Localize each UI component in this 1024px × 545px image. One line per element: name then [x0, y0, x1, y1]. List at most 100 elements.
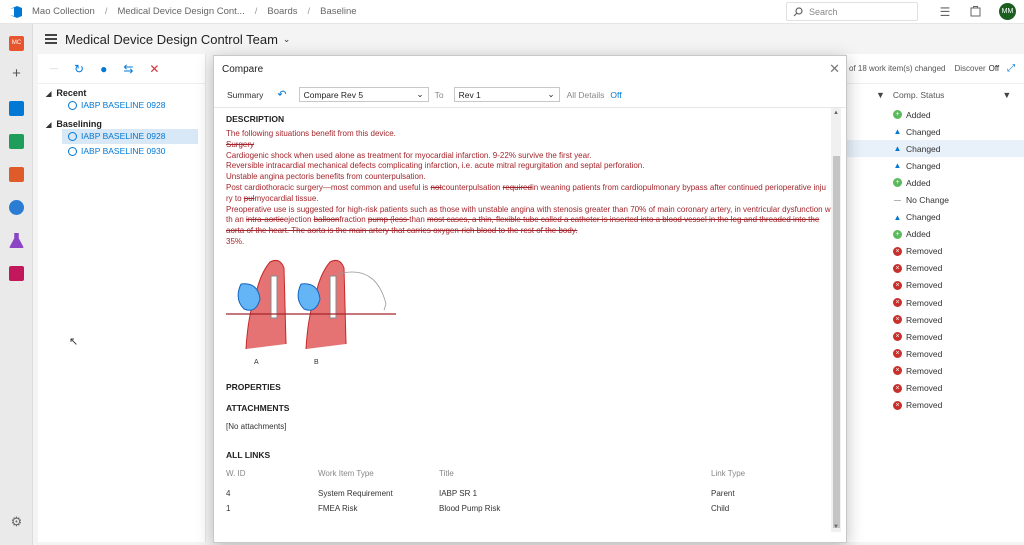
org-badge[interactable]: MC [9, 36, 24, 51]
status-row[interactable]: × Removed [846, 243, 1024, 260]
link-type: System Requirement [318, 488, 393, 498]
status-label: Added [906, 177, 931, 188]
artifacts-icon[interactable] [9, 266, 24, 281]
list-settings-icon[interactable]: ☰ [938, 5, 952, 19]
scroll-down-icon[interactable]: ▼ [833, 524, 839, 530]
removed-icon: × [893, 280, 902, 290]
delete-icon[interactable]: ✕ [149, 62, 159, 76]
status-row[interactable]: + Added [846, 106, 1024, 123]
refresh-icon[interactable]: ↻ [74, 62, 84, 76]
status-row[interactable]: ▲ Changed [846, 140, 1024, 158]
col-header: Title [439, 469, 454, 479]
repos-icon[interactable] [9, 167, 24, 182]
table-row[interactable]: 1 FMEA Risk Blood Pump Risk Child [226, 501, 831, 516]
removed-icon: × [893, 263, 902, 273]
to-revision-select[interactable]: Rev 1 ⌄ [453, 87, 560, 102]
settings-icon[interactable]: ● [100, 62, 107, 76]
dialog-scrollbar[interactable]: ▲ ▼ [831, 108, 841, 532]
discover-toggle[interactable]: Off [989, 64, 1000, 73]
breadcrumb-item[interactable]: Mao Collection [32, 6, 95, 17]
close-icon[interactable]: ✕ [829, 61, 840, 77]
change-summary: of 18 work item(s) changed [849, 64, 946, 73]
undo-icon[interactable]: ↶ [277, 88, 286, 101]
status-row[interactable]: + Added [846, 174, 1024, 191]
boards-icon[interactable] [9, 134, 24, 149]
tree-section-recent[interactable]: ◢ Recent [38, 88, 205, 98]
status-row[interactable]: × Removed [846, 362, 1024, 379]
summary-tab[interactable]: Summary [227, 90, 263, 100]
tree-item[interactable]: IABP BASELINE 0930 [38, 144, 205, 159]
azure-devops-logo-icon[interactable] [0, 0, 32, 24]
status-row[interactable]: × Removed [846, 397, 1024, 414]
col-header: Link Type [711, 469, 746, 479]
status-label: Removed [906, 365, 943, 376]
properties-header: PROPERTIES [226, 381, 281, 392]
comp-status-header[interactable]: Comp. Status [893, 90, 945, 100]
status-row[interactable]: × Removed [846, 277, 1024, 294]
avatar[interactable]: MM [999, 3, 1016, 20]
link-title[interactable]: Blood Pump Risk [439, 501, 711, 516]
desc-line: aorta of the heart. The aorta is the mai… [226, 226, 578, 236]
to-revision-value: Rev 1 [458, 89, 481, 100]
shopping-bag-icon[interactable] [968, 5, 982, 19]
team-header: Medical Device Design Control Team ⌄ [33, 24, 1024, 54]
from-revision-select[interactable]: Compare Rev 5 ⌄ [298, 87, 429, 102]
all-details-label: All Details [566, 89, 605, 100]
desc-line: ry to pulmyocardial tissue. [226, 193, 319, 203]
chevron-down-icon: ⌄ [547, 89, 555, 99]
desc-line: Cardiogenic shock when used alone as tre… [226, 150, 592, 160]
status-row[interactable]: ▲ Changed [846, 157, 1024, 174]
test-plans-icon[interactable] [9, 233, 24, 248]
compare-content: DESCRIPTION The following situations ben… [226, 114, 831, 538]
status-row[interactable]: × Removed [846, 328, 1024, 345]
filter-icon[interactable]: ▼ [1002, 90, 1011, 100]
status-row[interactable]: × Removed [846, 345, 1024, 362]
desc-line: th an intra-aorticejection balloonfracti… [226, 215, 820, 225]
plus-icon[interactable]: + [9, 66, 24, 81]
breadcrumb-item[interactable]: Medical Device Design Cont... [117, 6, 244, 17]
tree-item[interactable]: IABP BASELINE 0928 [38, 98, 205, 113]
desc-line: Reversible intracardial mechanical defec… [226, 161, 645, 171]
filter-icon[interactable]: ▼ [876, 90, 885, 100]
compare-icon[interactable]: ⇆ [123, 62, 133, 76]
pipelines-icon[interactable] [9, 200, 24, 215]
status-row[interactable]: × Removed [846, 311, 1024, 328]
tree-item-selected[interactable]: IABP BASELINE 0928 [62, 129, 198, 144]
gear-icon[interactable]: ⚙ [9, 514, 24, 529]
dialog-title: Compare [222, 63, 264, 75]
figure-label-a: A [254, 359, 259, 366]
removed-icon: × [893, 383, 902, 393]
status-row[interactable]: + Added [846, 226, 1024, 243]
link-title[interactable]: IABP SR 1 [439, 486, 711, 501]
to-label: To [434, 89, 444, 100]
status-row[interactable]: × Removed [846, 260, 1024, 277]
tree-section-baselining[interactable]: ◢ Baselining [38, 119, 205, 129]
scrollbar-thumb[interactable] [833, 156, 840, 528]
table-row[interactable]: 4 System Requirement IABP SR 1 Parent [226, 486, 831, 501]
status-row[interactable]: ▲ Changed [846, 123, 1024, 140]
compare-dialog: Compare ✕ Summary ↶ Compare Rev 5 ⌄ To R… [213, 55, 847, 543]
status-label: Changed [906, 126, 941, 137]
description-body: The following situations benefit from th… [226, 129, 831, 248]
chevron-down-icon[interactable]: ⌄ [283, 34, 291, 45]
expand-icon[interactable]: ⤢ [1007, 63, 1015, 74]
desc-line: Post cardiothoracic surgery—most common … [226, 182, 826, 192]
breadcrumb-item[interactable]: Boards [267, 6, 297, 17]
status-row[interactable]: ▲ Changed [846, 209, 1024, 226]
all-details-toggle[interactable]: Off [610, 90, 621, 100]
team-title[interactable]: Medical Device Design Control Team [65, 32, 278, 47]
scroll-up-icon[interactable]: ▲ [833, 110, 839, 116]
status-label: Removed [906, 246, 943, 257]
status-label: Removed [906, 348, 943, 359]
breadcrumb-item[interactable]: Baseline [320, 6, 356, 17]
overview-icon[interactable] [9, 101, 24, 116]
status-label: Removed [906, 331, 943, 342]
status-row[interactable]: × Removed [846, 294, 1024, 311]
comparison-panel: of 18 work item(s) changed Discover Off … [846, 54, 1024, 542]
links-table: W. ID Work Item Type Title Link Type 4 S… [226, 466, 831, 516]
search-input[interactable]: Search [786, 2, 918, 21]
changed-icon: ▲ [893, 212, 902, 222]
status-row[interactable]: — No Change [846, 191, 1024, 208]
status-row[interactable]: × Removed [846, 380, 1024, 397]
discover-label: Discover [954, 64, 986, 73]
